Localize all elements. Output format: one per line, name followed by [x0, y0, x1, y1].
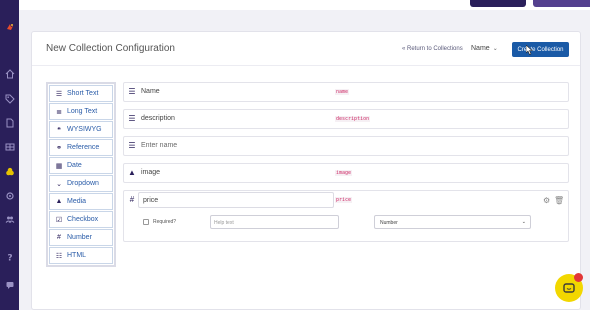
- field-type-short-text[interactable]: ☰ Short Text: [49, 85, 113, 102]
- field-type-date[interactable]: ▦ Date: [49, 157, 113, 174]
- field-name-placeholder[interactable]: Enter name: [141, 142, 177, 149]
- field-type-media[interactable]: ▲ Media: [49, 193, 113, 210]
- field-type-reference[interactable]: ⚭ Reference: [49, 139, 113, 156]
- trash-icon[interactable]: 🗑: [554, 196, 564, 205]
- field-type-label: Dropdown: [67, 180, 99, 187]
- field-row[interactable]: ☰ Name name: [123, 82, 569, 102]
- tag-icon[interactable]: [0, 92, 19, 106]
- chat-nav-icon[interactable]: [0, 278, 19, 292]
- card-header: New Collection Configuration « Return to…: [32, 32, 580, 66]
- field-type-select-value: Number: [380, 220, 398, 226]
- checkbox-icon: ☑: [55, 216, 63, 224]
- field-key: name: [335, 89, 350, 95]
- field-name[interactable]: description: [141, 115, 175, 122]
- field-type-dropdown[interactable]: ⌄ Dropdown: [49, 175, 113, 192]
- field-type-label: Checkbox: [67, 216, 99, 223]
- chevron-down-icon: ⌄: [56, 180, 62, 188]
- field-type-label: HTML: [67, 252, 87, 259]
- field-row[interactable]: ☰ Enter name: [123, 136, 569, 156]
- help-icon[interactable]: ?: [0, 250, 19, 264]
- top-action-button[interactable]: [470, 0, 526, 7]
- side-navigation: ?: [0, 0, 19, 310]
- field-name[interactable]: image: [141, 169, 160, 176]
- field-list: ☰ Name name ☰ description description ☰ …: [123, 82, 569, 249]
- field-type-label: Media: [67, 198, 87, 205]
- field-type-label: Date: [67, 162, 82, 169]
- short-text-icon: ☰: [128, 141, 136, 150]
- short-text-icon: ☰: [55, 90, 63, 98]
- settings-icon[interactable]: [0, 189, 19, 203]
- field-type-wysiwyg[interactable]: ❝ WYSIWYG: [49, 121, 113, 138]
- field-type-palette: ☰ Short Text ≣ Long Text ❝ WYSIWYG ⚭ Ref…: [46, 82, 116, 267]
- field-type-label: WYSIWYG: [67, 126, 102, 133]
- chevron-down-icon: ⌄: [521, 219, 526, 225]
- link-icon: ⚭: [56, 144, 62, 152]
- field-name-input[interactable]: price: [138, 192, 334, 208]
- field-type-number[interactable]: # Number: [49, 229, 113, 246]
- field-key: image: [335, 170, 353, 176]
- chat-icon: [563, 283, 575, 293]
- field-row-expanded[interactable]: # price price ⚙ 🗑 Required? Help text Nu…: [123, 190, 569, 242]
- hash-icon: #: [129, 195, 135, 204]
- table-icon[interactable]: [0, 140, 19, 154]
- short-text-icon: ☰: [128, 87, 136, 96]
- return-to-collections-link[interactable]: « Return to Collections: [402, 46, 463, 52]
- image-icon: ▲: [128, 168, 136, 177]
- sort-select[interactable]: Name ⌄: [471, 40, 507, 56]
- logo-icon[interactable]: [0, 20, 19, 34]
- field-type-html[interactable]: ☷ HTML: [49, 247, 113, 264]
- notification-badge: [574, 273, 583, 282]
- home-icon[interactable]: [0, 67, 19, 81]
- short-text-icon: ☰: [128, 114, 136, 123]
- quote-icon: ❝: [57, 126, 61, 134]
- top-primary-button[interactable]: [533, 0, 590, 7]
- document-icon[interactable]: [0, 116, 19, 130]
- hash-icon: #: [57, 234, 61, 241]
- field-name[interactable]: Name: [141, 88, 160, 95]
- create-collection-button[interactable]: Create Collection: [512, 42, 569, 57]
- required-label: Required?: [153, 219, 177, 225]
- field-type-select[interactable]: Number ⌄: [374, 215, 531, 229]
- required-toggle[interactable]: Required?: [143, 219, 176, 225]
- field-type-label: Long Text: [67, 108, 98, 115]
- svg-text:?: ?: [7, 254, 12, 263]
- collections-icon[interactable]: [0, 165, 19, 179]
- required-checkbox[interactable]: [143, 219, 149, 225]
- page-title: New Collection Configuration: [46, 43, 175, 54]
- field-key: price: [335, 197, 353, 203]
- field-type-label: Short Text: [67, 90, 99, 97]
- field-type-label: Reference: [67, 144, 100, 151]
- field-type-checkbox[interactable]: ☑ Checkbox: [49, 211, 113, 228]
- field-row[interactable]: ☰ description description: [123, 109, 569, 129]
- top-bar: [19, 0, 590, 10]
- image-icon: ▲: [55, 198, 63, 205]
- list-icon: ☷: [55, 252, 63, 260]
- calendar-icon: ▦: [55, 162, 63, 170]
- chevron-down-icon: ⌄: [492, 45, 498, 52]
- long-text-icon: ≣: [56, 108, 62, 116]
- field-key: description: [335, 116, 371, 122]
- users-icon[interactable]: [0, 212, 19, 226]
- field-type-long-text[interactable]: ≣ Long Text: [49, 103, 113, 120]
- field-type-label: Number: [67, 234, 92, 241]
- collection-config-card: New Collection Configuration « Return to…: [31, 31, 581, 310]
- field-row[interactable]: ▲ image image: [123, 163, 569, 183]
- sort-select-value: Name: [471, 44, 490, 52]
- help-text-input[interactable]: Help text: [210, 215, 339, 229]
- mouse-cursor-icon: [526, 45, 533, 55]
- gear-icon[interactable]: ⚙: [543, 196, 550, 205]
